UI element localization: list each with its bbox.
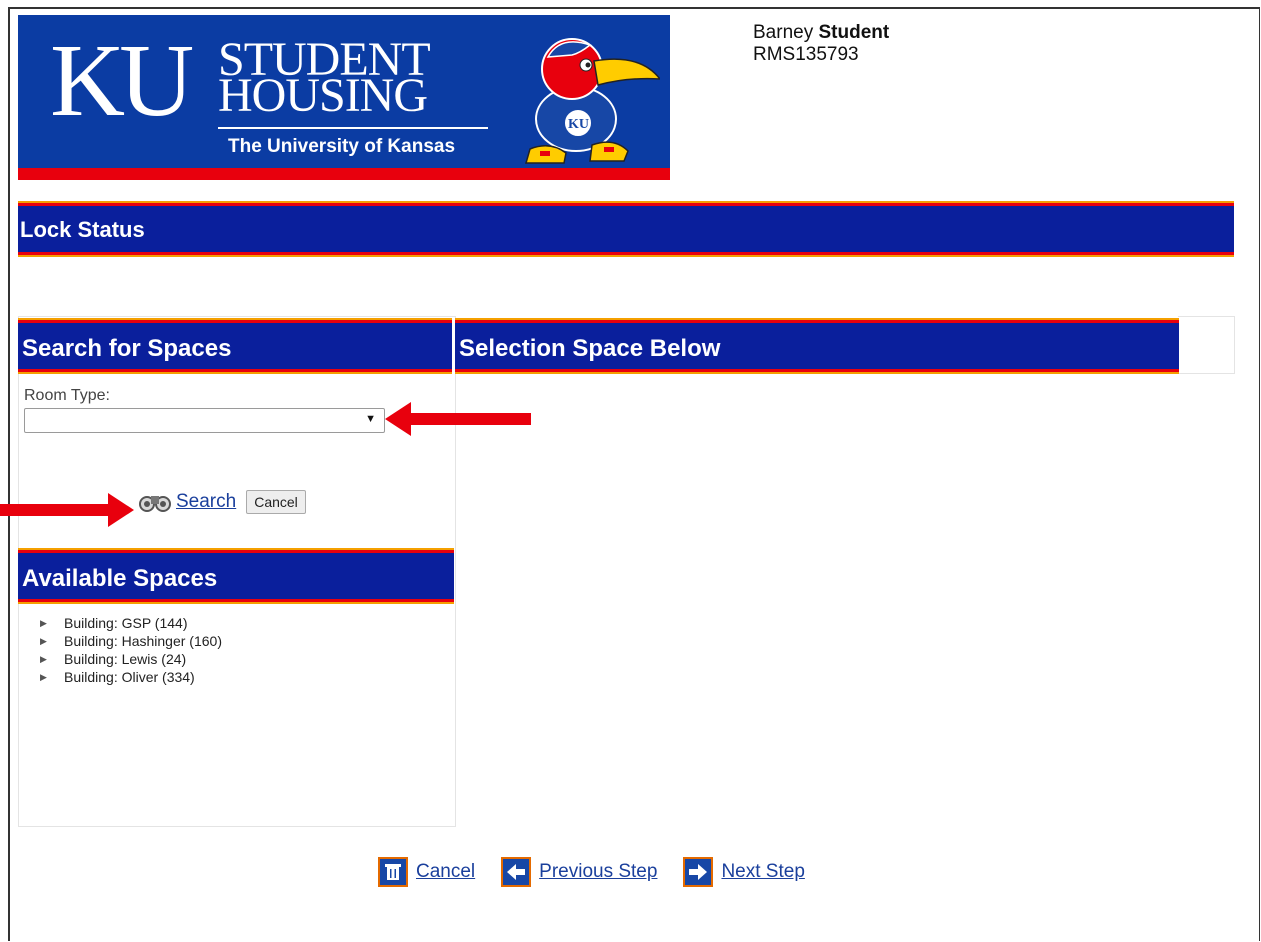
previous-step-label[interactable]: Previous Step	[539, 861, 657, 883]
tree-item-gsp[interactable]: ▶ Building: GSP (144)	[40, 614, 222, 632]
page-title: Lock Status	[18, 203, 1234, 255]
available-spaces-tree: ▶ Building: GSP (144) ▶ Building: Hashin…	[40, 614, 222, 686]
trash-icon[interactable]	[378, 857, 408, 887]
triangle-right-icon[interactable]: ▶	[40, 614, 52, 632]
user-info: Barney Student RMS135793	[753, 22, 889, 66]
tree-item-label[interactable]: Building: Oliver (334)	[64, 668, 195, 686]
next-step-link[interactable]: Next Step	[683, 857, 805, 887]
search-actions: Search Cancel	[138, 490, 306, 514]
ku-housing-banner: KU STUDENT HOUSING The University of Kan…	[18, 15, 670, 180]
arrow-right-icon[interactable]	[683, 857, 714, 887]
user-first-name: Barney	[753, 22, 814, 43]
binoculars-icon	[139, 496, 171, 512]
logo-housing-text: HOUSING	[218, 69, 428, 122]
next-step-label[interactable]: Next Step	[721, 861, 804, 883]
triangle-right-icon[interactable]: ▶	[40, 650, 52, 668]
available-spaces-header: Available Spaces	[18, 550, 454, 602]
selection-panel-header: Selection Space Below	[455, 320, 1179, 372]
user-name: Barney Student	[753, 22, 889, 44]
room-type-select[interactable]: ▼	[24, 408, 385, 433]
footer-cancel-link[interactable]: Cancel	[378, 857, 475, 887]
room-type-label: Room Type:	[24, 387, 110, 404]
red-arrow-icon	[0, 493, 134, 527]
logo-university-text: The University of Kansas	[228, 136, 456, 157]
user-id: RMS135793	[753, 44, 859, 65]
triangle-right-icon[interactable]: ▶	[40, 632, 52, 650]
search-link[interactable]: Search	[176, 491, 236, 513]
logo-rule	[218, 127, 488, 129]
search-panel-header: Search for Spaces	[18, 320, 452, 372]
tree-item-lewis[interactable]: ▶ Building: Lewis (24)	[40, 650, 222, 668]
previous-step-link[interactable]: Previous Step	[501, 857, 657, 887]
search-cancel-button[interactable]: Cancel	[246, 490, 306, 514]
cancel-link-label[interactable]: Cancel	[416, 861, 475, 883]
jayhawk-mascot-icon: KU	[525, 38, 660, 164]
selection-panel-edge	[1178, 316, 1235, 374]
user-last-name: Student	[818, 22, 890, 43]
tree-item-label[interactable]: Building: Hashinger (160)	[64, 632, 222, 650]
tree-item-hashinger[interactable]: ▶ Building: Hashinger (160)	[40, 632, 222, 650]
dropdown-caret-icon: ▼	[365, 413, 376, 425]
arrow-left-icon[interactable]	[501, 857, 532, 887]
tree-item-label[interactable]: Building: Lewis (24)	[64, 650, 186, 668]
wizard-navigation: Cancel Previous Step Next Step	[378, 857, 831, 887]
ku-logo-letters: KU	[50, 23, 194, 138]
red-arrow-icon	[385, 402, 531, 436]
panel-divider	[455, 372, 456, 827]
svg-text:KU: KU	[568, 117, 589, 132]
triangle-right-icon[interactable]: ▶	[40, 668, 52, 686]
tree-item-label[interactable]: Building: GSP (144)	[64, 614, 187, 632]
tree-item-oliver[interactable]: ▶ Building: Oliver (334)	[40, 668, 222, 686]
